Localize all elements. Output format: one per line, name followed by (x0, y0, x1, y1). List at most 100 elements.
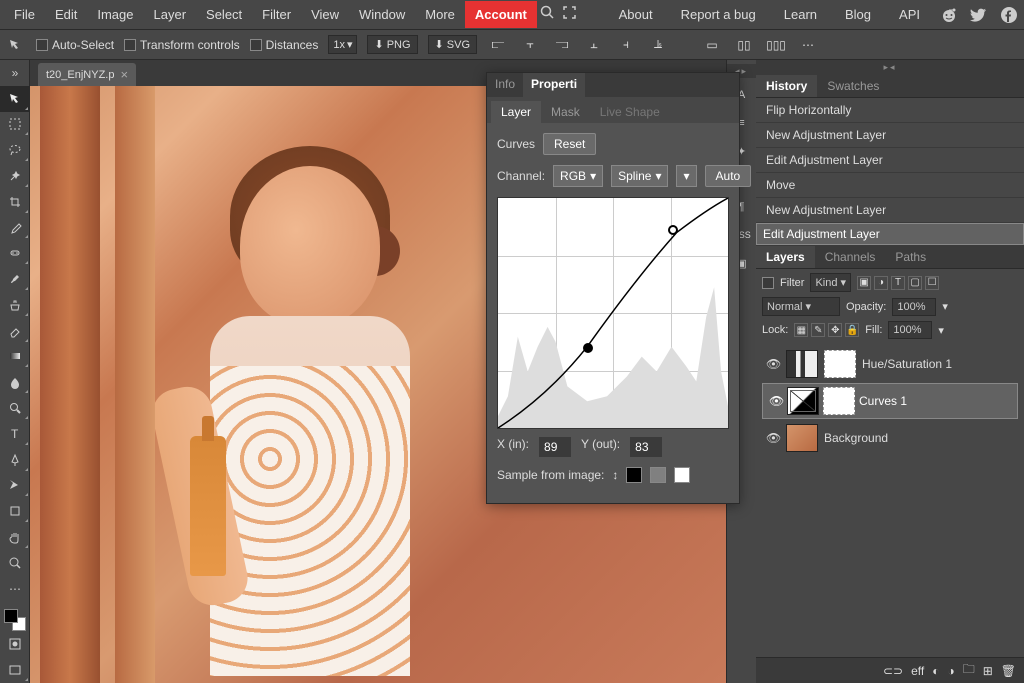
menu-api[interactable]: API (889, 1, 930, 28)
collapse-panels[interactable]: ▸◂ (756, 60, 1024, 74)
mask-subtab[interactable]: Mask (541, 101, 590, 123)
transform-controls-checkbox[interactable]: Transform controls (124, 38, 240, 52)
curves-graph[interactable] (497, 197, 729, 429)
folder-icon[interactable]: 🗀 (963, 660, 975, 681)
tool-lasso[interactable] (0, 137, 30, 163)
tool-type[interactable]: T (0, 421, 30, 447)
white-point-swatch[interactable] (674, 467, 690, 483)
tool-blur[interactable] (0, 369, 30, 395)
tool-crop[interactable] (0, 189, 30, 215)
curve-point[interactable] (583, 343, 593, 353)
menu-account[interactable]: Account (465, 1, 537, 28)
spline-select[interactable]: Spline▾ (611, 165, 668, 187)
history-item[interactable]: Move (756, 173, 1024, 198)
align-bottom-icon[interactable]: ⫡ (647, 34, 669, 56)
tool-eraser[interactable] (0, 318, 30, 344)
layer-item[interactable]: 👁 Curves 1 (762, 383, 1018, 419)
distribute-3-icon[interactable]: ▯▯▯ (765, 34, 787, 56)
zoom-select[interactable]: 1x▾ (328, 35, 357, 54)
history-item[interactable]: Edit Adjustment Layer (756, 223, 1024, 245)
align-center-h-icon[interactable]: ⫟ (519, 34, 541, 56)
curve-point[interactable] (668, 225, 678, 235)
tool-pen[interactable] (0, 447, 30, 473)
menu-layer[interactable]: Layer (144, 1, 197, 28)
menu-view[interactable]: View (301, 1, 349, 28)
layer-item[interactable]: 👁 Background (762, 419, 1018, 457)
adjustment-icon[interactable]: ◑ (947, 664, 954, 678)
menu-file[interactable]: File (4, 1, 45, 28)
y-input[interactable] (630, 437, 662, 457)
filter-checkbox[interactable] (762, 277, 774, 289)
menu-edit[interactable]: Edit (45, 1, 87, 28)
black-point-swatch[interactable] (626, 467, 642, 483)
search-icon[interactable] (537, 1, 559, 23)
x-input[interactable] (539, 437, 571, 457)
align-right-icon[interactable]: ⫎ (551, 34, 573, 56)
twitter-icon[interactable] (968, 4, 990, 26)
kind-select[interactable]: Kind ▾ (810, 273, 851, 292)
history-item[interactable]: Flip Horizontally (756, 98, 1024, 123)
link-layers-icon[interactable]: ⊂⊃ (883, 664, 903, 678)
document-tab[interactable]: t20_EnjNYZ.p× (38, 63, 136, 86)
history-tab[interactable]: History (756, 75, 817, 97)
tool-brush[interactable] (0, 266, 30, 292)
tool-expand[interactable]: » (0, 60, 30, 86)
channel-select[interactable]: RGB▾ (553, 165, 603, 187)
swatches-tab[interactable]: Swatches (817, 75, 889, 97)
lock-icons[interactable]: ▦✎✥🔒 (794, 323, 859, 337)
tool-path[interactable] (0, 473, 30, 499)
menu-select[interactable]: Select (196, 1, 252, 28)
tool-screenmode[interactable] (0, 657, 30, 683)
mask-icon[interactable]: ◐ (932, 664, 939, 678)
layer-item[interactable]: 👁 Hue/Saturation 1 (762, 345, 1018, 383)
layer-filter-icons[interactable]: ▣◑T▢☐ (857, 276, 939, 290)
tool-move[interactable] (0, 86, 30, 112)
align-left-icon[interactable]: ⫍ (487, 34, 509, 56)
gray-point-swatch[interactable] (650, 467, 666, 483)
align-top-icon[interactable]: ⫠ (583, 34, 605, 56)
fill-input[interactable]: 100% (888, 321, 932, 339)
visibility-icon[interactable]: 👁 (766, 357, 780, 371)
close-tab-icon[interactable]: × (120, 67, 128, 82)
auto-select-checkbox[interactable]: Auto-Select (36, 38, 114, 52)
menu-filter[interactable]: Filter (252, 1, 301, 28)
sampler-icon[interactable]: ↕ (612, 468, 618, 482)
tool-quickmask[interactable] (0, 631, 30, 657)
menu-about[interactable]: About (609, 1, 663, 28)
menu-more[interactable]: More (415, 1, 465, 28)
spline-extra-dropdown[interactable]: ▾ (676, 165, 696, 187)
effects-icon[interactable]: eff (911, 664, 924, 678)
tool-zoom[interactable] (0, 550, 30, 576)
facebook-icon[interactable] (998, 4, 1020, 26)
reddit-icon[interactable] (938, 4, 960, 26)
menu-image[interactable]: Image (87, 1, 143, 28)
tool-hand[interactable] (0, 524, 30, 550)
menu-blog[interactable]: Blog (835, 1, 881, 28)
new-layer-icon[interactable]: ⊞ (983, 664, 993, 678)
fill-dropdown-icon[interactable]: ▾ (938, 324, 944, 337)
history-item[interactable]: New Adjustment Layer (756, 123, 1024, 148)
fullscreen-icon[interactable] (559, 1, 581, 23)
menu-window[interactable]: Window (349, 1, 415, 28)
tool-heal[interactable] (0, 240, 30, 266)
history-item[interactable]: New Adjustment Layer (756, 198, 1024, 223)
opacity-dropdown-icon[interactable]: ▾ (942, 300, 948, 313)
history-item[interactable]: Edit Adjustment Layer (756, 148, 1024, 173)
tool-shape[interactable] (0, 498, 30, 524)
visibility-icon[interactable]: 👁 (766, 431, 780, 445)
layers-tab[interactable]: Layers (756, 246, 815, 268)
delete-icon[interactable]: 🗑 (1001, 664, 1016, 678)
tool-more[interactable]: ⋯ (0, 576, 30, 602)
distribute-2-icon[interactable]: ▯▯ (733, 34, 755, 56)
tool-dodge[interactable] (0, 395, 30, 421)
export-svg-button[interactable]: ⬇SVG (428, 35, 477, 54)
tool-clone[interactable] (0, 292, 30, 318)
tool-gradient[interactable] (0, 344, 30, 370)
blend-mode-select[interactable]: Normal ▾ (762, 297, 840, 316)
align-center-v-icon[interactable]: ⫞ (615, 34, 637, 56)
auto-button[interactable]: Auto (705, 165, 752, 187)
export-png-button[interactable]: ⬇PNG (367, 35, 417, 54)
visibility-icon[interactable]: 👁 (769, 394, 783, 408)
layer-subtab[interactable]: Layer (491, 101, 541, 123)
distances-checkbox[interactable]: Distances (250, 38, 319, 52)
